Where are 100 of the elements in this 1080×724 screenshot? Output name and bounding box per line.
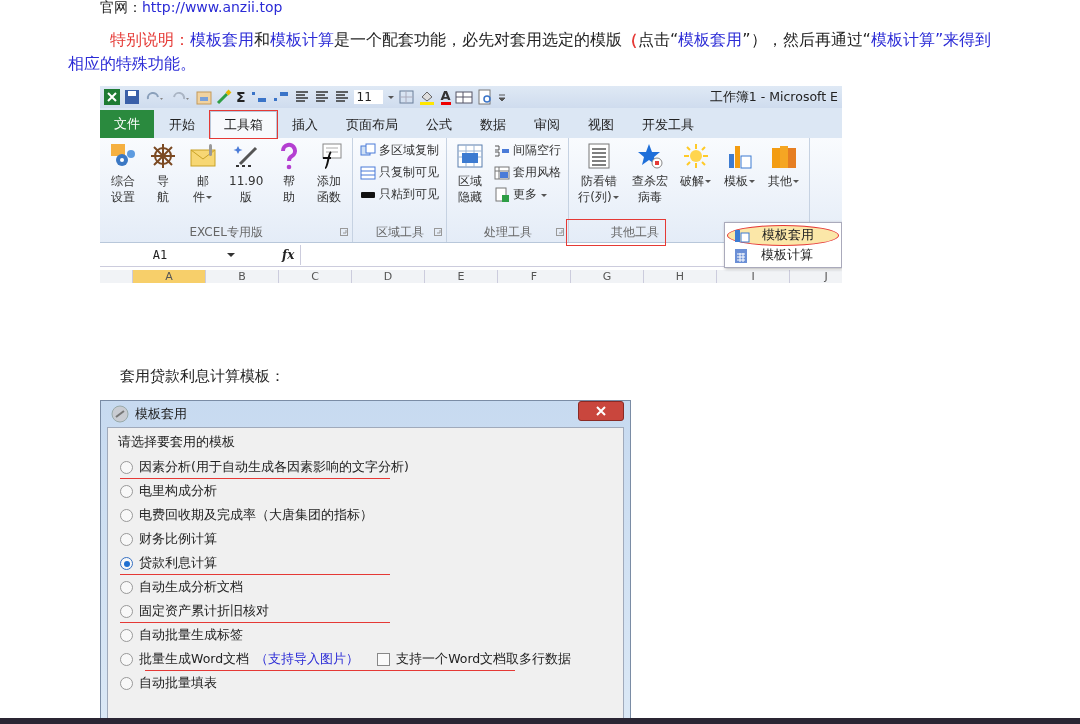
table-icon (494, 164, 511, 181)
ribbon-button[interactable]: 模板 (718, 140, 761, 222)
name-box[interactable]: A1 (100, 248, 220, 262)
column-header[interactable]: I (716, 270, 789, 283)
save-icon[interactable] (124, 89, 140, 105)
ribbon-button[interactable]: 只粘到可见 (357, 184, 443, 205)
decimal-icon[interactable] (249, 89, 268, 105)
launcher-icon[interactable] (556, 228, 565, 236)
radio-button[interactable] (120, 533, 133, 546)
align-icon[interactable] (313, 89, 330, 105)
ribbon-button[interactable]: 查杀宏 病毒 (626, 140, 673, 222)
column-header[interactable]: F (497, 270, 570, 283)
ribbon-button[interactable]: 破解 (674, 140, 717, 222)
site-link[interactable]: http://www.anzii.top (142, 0, 283, 15)
option-label[interactable]: 因素分析(用于自动生成各因素影响的文字分析) (139, 459, 409, 476)
group-label: 区域工具 (374, 223, 425, 241)
menu-item[interactable]: 模板套用 (727, 225, 839, 246)
group-label: 处理工具 (482, 223, 533, 241)
radio-button[interactable] (120, 677, 133, 690)
radio-button[interactable] (120, 653, 133, 666)
ribbon-tab[interactable]: 文件 (100, 110, 154, 138)
close-icon (596, 406, 606, 416)
align-icon[interactable] (293, 89, 310, 105)
ribbon-tab[interactable]: 开发工具 (629, 112, 707, 138)
ribbon-button[interactable]: 综合 设置 (104, 140, 142, 222)
ribbon-button[interactable]: 邮 件 (184, 140, 222, 222)
column-header[interactable]: C (278, 270, 351, 283)
template-icon (734, 227, 750, 244)
document-icon (494, 186, 511, 203)
calendar-icon[interactable] (196, 89, 212, 105)
caption-text: 套用贷款利息计算模板： (120, 367, 286, 386)
radio-button[interactable] (120, 485, 133, 498)
sum-icon[interactable]: Σ (236, 89, 246, 105)
checkbox[interactable] (377, 653, 391, 666)
option-label[interactable]: 自动生成分析文档 (139, 579, 243, 596)
ribbon-tab[interactable]: 开始 (156, 112, 208, 138)
align-icon[interactable] (333, 89, 350, 105)
ribbon-button[interactable]: 套用风格 (491, 162, 565, 183)
app-icon (104, 89, 120, 105)
ribbon-button[interactable]: 添加 函数 (310, 140, 349, 222)
brush-icon[interactable] (216, 89, 232, 105)
ribbon-tab[interactable]: 审阅 (521, 112, 573, 138)
column-header[interactable]: J (789, 270, 842, 283)
ribbon-button[interactable]: 防看错 行(列) (573, 140, 625, 222)
launcher-icon[interactable] (340, 228, 349, 236)
ribbon-button[interactable]: 区域 隐藏 (451, 140, 490, 222)
ribbon-button[interactable]: 只复制可见 (357, 162, 443, 183)
ribbon-button[interactable]: 更多 (491, 184, 565, 205)
table-icon (456, 142, 485, 170)
option-label[interactable]: 贷款利息计算 (139, 555, 217, 572)
column-header[interactable]: D (351, 270, 424, 283)
menu-item[interactable]: 模板计算 (727, 246, 839, 265)
column-header[interactable]: A (132, 270, 205, 283)
group-label: 请选择要套用的模板 (118, 434, 236, 451)
radio-button[interactable] (120, 557, 133, 570)
column-header[interactable]: H (643, 270, 716, 283)
radio-button[interactable] (120, 605, 133, 618)
table-icon[interactable] (454, 89, 473, 105)
ribbon-tab[interactable]: 插入 (279, 112, 331, 138)
preview-icon[interactable] (476, 89, 493, 105)
fill-color-icon[interactable] (418, 89, 437, 105)
radio-button[interactable] (120, 581, 133, 594)
option-label[interactable]: 批量生成Word文档 (139, 651, 250, 668)
font-size-field[interactable]: 11 (353, 90, 383, 104)
close-button[interactable] (578, 401, 624, 421)
ribbon-button[interactable]: 多区域复制 (357, 140, 443, 161)
ribbon-button[interactable]: 间隔空行 (491, 140, 565, 161)
ribbon-button[interactable]: 帮 助 (270, 140, 309, 222)
radio-button[interactable] (120, 461, 133, 474)
option-label[interactable]: 自动批量填表 (139, 675, 217, 692)
table-icon (360, 164, 377, 181)
caret-icon[interactable] (226, 250, 236, 260)
option-label[interactable]: 电里构成分析 (139, 483, 217, 500)
radio-button[interactable] (120, 509, 133, 522)
option-label[interactable]: 财务比例计算 (139, 531, 217, 548)
function-button[interactable]: fx (282, 248, 295, 262)
ribbon-tab[interactable]: 视图 (575, 112, 627, 138)
note-paragraph: 特别说明：模板套用和模板计算是一个配套功能，必先对套用选定的模版（点击“模板套用”），然后再通过“模板计算”来得到相应的特殊功能。 (68, 29, 993, 75)
ribbon-tab[interactable]: 数据 (467, 112, 519, 138)
checkbox-label[interactable]: 支持一个Word文档取多行数据 (396, 651, 572, 668)
ship-wheel-icon (149, 142, 177, 170)
option-label[interactable]: 电费回收期及完成率（大唐集团的指标） (139, 507, 373, 524)
ribbon-button[interactable]: 11.90 版 (224, 140, 269, 222)
launcher-icon[interactable] (434, 228, 443, 236)
site-label: 官网： (100, 0, 142, 15)
ribbon-button[interactable]: 导 航 (144, 140, 182, 222)
ribbon-tab[interactable]: 工具箱 (210, 111, 277, 138)
column-header[interactable]: B (205, 270, 278, 283)
column-header[interactable]: E (424, 270, 497, 283)
radio-button[interactable] (120, 629, 133, 642)
option-note: （支持导入图片） (255, 651, 360, 668)
copy-icon (360, 142, 377, 159)
ribbon-button[interactable]: 其他 (762, 140, 805, 222)
ribbon-tab[interactable]: 页面布局 (333, 112, 411, 138)
rows-icon (494, 142, 511, 159)
column-header[interactable]: G (570, 270, 643, 283)
group-label: 其他工具 (567, 219, 666, 245)
option-label[interactable]: 自动批量生成标签 (139, 627, 243, 644)
ribbon-tab[interactable]: 公式 (413, 112, 465, 138)
option-label[interactable]: 固定资产累计折旧核对 (139, 603, 269, 620)
